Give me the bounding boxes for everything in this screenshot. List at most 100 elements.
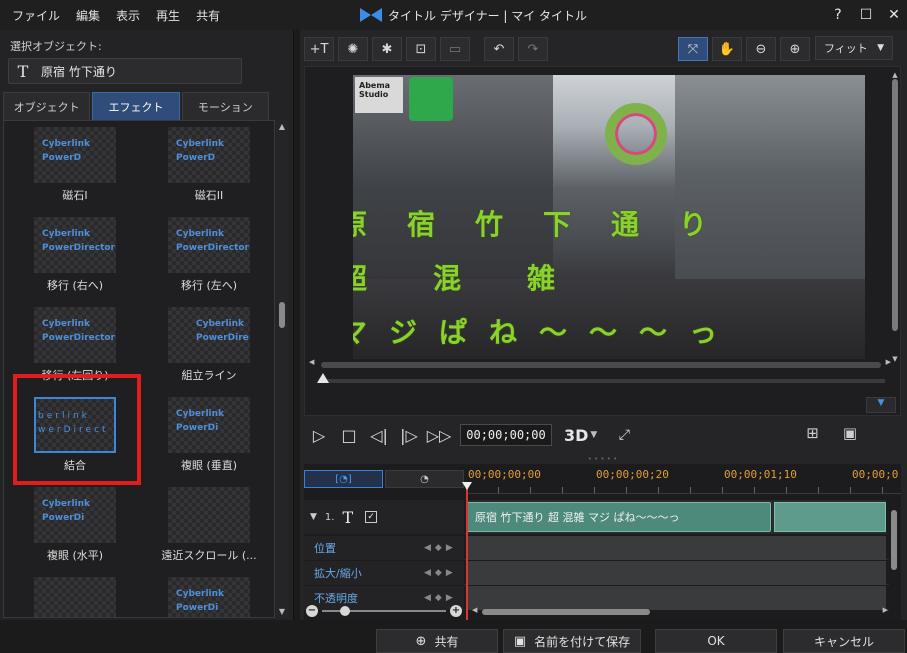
close-icon[interactable]: ✕ (887, 7, 901, 23)
menu-edit[interactable]: 編集 (68, 7, 108, 24)
track-number: 1. (324, 511, 335, 523)
tab-object[interactable]: オブジェクト (3, 92, 91, 120)
grid-icon[interactable]: ⊞ (806, 424, 819, 442)
effect-item[interactable]: Cyberlink PowerDi (148, 573, 268, 617)
title-clip[interactable]: 原宿 竹下通り 超 混雑 マジ ぱね～～～っ (466, 502, 771, 532)
hand-tool-button[interactable]: ✋ (712, 37, 742, 61)
timeline-mode-object[interactable]: [◔] (304, 470, 383, 488)
thumb-line1: Cyberlink (42, 499, 91, 509)
playhead-line[interactable] (466, 484, 468, 620)
effect-item[interactable]: Cyberlink PowerDire 組立ライン (148, 303, 268, 391)
fast-forward-icon[interactable]: ▷▷ (424, 426, 454, 445)
previous-frame-icon[interactable]: ◁| (364, 426, 394, 445)
keyframe-nav-icon[interactable]: ◀◆▶ (424, 543, 457, 553)
track-lane[interactable]: 原宿 竹下通り 超 混雑 マジ ぱね～～～っ (466, 500, 886, 534)
scrub-bar[interactable] (319, 379, 885, 383)
play-icon[interactable]: ▷ (304, 426, 334, 445)
panel-splitter[interactable]: • • • • • (304, 456, 901, 463)
save-as-label: 名前を付けて保存 (534, 634, 631, 649)
effect-item[interactable]: Cyberlink PowerDirector 移行 (左へ) (148, 213, 268, 301)
3d-button[interactable]: 3D (564, 426, 588, 445)
add-image-button[interactable]: ⊡ (406, 37, 436, 61)
menu-view[interactable]: 表示 (108, 7, 148, 24)
maximize-icon[interactable]: ☐ (859, 7, 873, 23)
effect-item[interactable]: Cyberlink PowerD 磁石I (14, 123, 134, 211)
expand-icon[interactable]: ▼ (310, 512, 317, 522)
effect-item[interactable]: Cyberlink PowerDi 複眼 (水平) (14, 483, 134, 571)
add-particle-button[interactable]: ✺ (338, 37, 368, 61)
scrub-handle[interactable] (317, 373, 329, 383)
effect-item[interactable]: 遠近スクロール (... (148, 483, 268, 571)
redo-button[interactable]: ↷ (518, 37, 548, 61)
scrollbar-thumb[interactable] (321, 362, 881, 368)
video-preview[interactable]: Abema Studio 原宿竹下通り 超混雑 マジぱね～～～っ (353, 75, 865, 359)
effect-item[interactable]: Cyberlink PowerD 磁石II (148, 123, 268, 211)
scrollbar-thumb[interactable] (892, 79, 898, 331)
zoom-out-button[interactable]: ⊖ (746, 37, 776, 61)
zoom-in-icon[interactable]: + (450, 605, 462, 617)
selected-object-field[interactable]: T 原宿 竹下通り (8, 58, 242, 84)
preview-hscrollbar[interactable]: ◀ ▶ (309, 358, 891, 370)
scroll-up-icon[interactable]: ▲ (890, 71, 900, 79)
playhead-marker[interactable] (462, 482, 472, 490)
menu-file[interactable]: ファイル (4, 7, 68, 24)
time-ruler[interactable]: 00;00;00;00 00;00;00;20 00;00;01;10 00;0… (466, 464, 901, 494)
effect-item[interactable]: Cyberlink PowerDi 複眼 (垂直) (148, 393, 268, 481)
zoom-select[interactable]: フィット ▼ (815, 36, 893, 60)
scroll-down-icon[interactable]: ▼ (890, 355, 900, 363)
keyframe-nav-icon[interactable]: ◀◆▶ (424, 593, 457, 603)
select-tool-button[interactable]: ⤧ (678, 37, 708, 61)
share-button[interactable]: ⊕ 共有 (376, 629, 498, 653)
scrollbar-thumb[interactable] (279, 302, 285, 328)
scroll-left-icon[interactable]: ◀ (309, 358, 314, 366)
clip-extension[interactable] (774, 502, 886, 532)
title-text-line1[interactable]: 原宿竹下通り (353, 203, 851, 243)
scroll-up-icon[interactable]: ▲ (276, 122, 288, 131)
zoom-in-button[interactable]: ⊕ (780, 37, 810, 61)
next-frame-icon[interactable]: |▷ (394, 426, 424, 445)
save-as-button[interactable]: ▣ 名前を付けて保存 (503, 629, 641, 653)
timeline-hscrollbar[interactable]: ◀ ▶ (472, 606, 888, 616)
effect-item[interactable]: Cyberlink PowerDirector 移行 (右へ) (14, 213, 134, 301)
scroll-left-icon[interactable]: ◀ (472, 606, 477, 614)
effect-thumbnail: Cyberlink PowerDi (168, 397, 250, 453)
add-text-button[interactable]: +T (304, 37, 334, 61)
zoom-slider-handle[interactable] (340, 606, 350, 616)
keyframe-nav-icon[interactable]: ◀◆▶ (424, 568, 457, 578)
undo-button[interactable]: ↶ (484, 37, 514, 61)
fullscreen-icon[interactable]: ⤢ (609, 427, 639, 443)
background-button[interactable]: ▭ (440, 37, 470, 61)
effect-item[interactable] (14, 573, 134, 617)
scroll-down-icon[interactable]: ▼ (276, 607, 288, 616)
timeline-mode-global[interactable]: ◔ (385, 470, 464, 488)
title-text-line2[interactable]: 超混雑 (353, 257, 851, 297)
ok-button[interactable]: OK (655, 629, 777, 653)
zoom-out-icon[interactable]: − (306, 605, 318, 617)
effects-scrollbar[interactable]: ▲ ▼ (276, 120, 288, 618)
timecode-display[interactable]: 00;00;00;00 (460, 424, 552, 446)
effect-name: 磁石I (62, 189, 88, 202)
menu-play[interactable]: 再生 (148, 7, 188, 24)
preview-vscrollbar[interactable]: ▲ ▼ (890, 71, 900, 363)
track-visible-checkbox[interactable]: ✓ (365, 511, 378, 523)
tab-effect[interactable]: エフェクト (92, 92, 180, 120)
scroll-right-icon[interactable]: ▶ (883, 606, 888, 614)
scroll-right-icon[interactable]: ▶ (886, 358, 891, 366)
scrollbar-thumb[interactable] (482, 609, 650, 615)
add-effect-button[interactable]: ✱ (372, 37, 402, 61)
scrollbar-thumb[interactable] (891, 510, 897, 570)
timeline-vscrollbar[interactable] (889, 500, 899, 600)
keyframe-lane[interactable] (466, 561, 886, 585)
keyframe-lane[interactable] (466, 536, 886, 560)
effect-thumbnail: Cyberlink PowerDirector (34, 307, 116, 363)
menu-share[interactable]: 共有 (188, 7, 228, 24)
chevron-down-icon[interactable]: ▼ (590, 430, 597, 440)
help-icon[interactable]: ? (831, 7, 845, 23)
tab-motion[interactable]: モーション (181, 92, 269, 120)
title-text-line3[interactable]: マジぱね～～～っ (353, 311, 851, 351)
safe-zone-icon[interactable]: ▣ (843, 424, 857, 442)
bottom-bar: ⊕ 共有 ▣ 名前を付けて保存 OK キャンセル (0, 626, 907, 653)
cancel-button[interactable]: キャンセル (783, 629, 905, 653)
collapse-button[interactable]: ▼ (866, 397, 896, 413)
stop-icon[interactable]: □ (334, 426, 364, 445)
